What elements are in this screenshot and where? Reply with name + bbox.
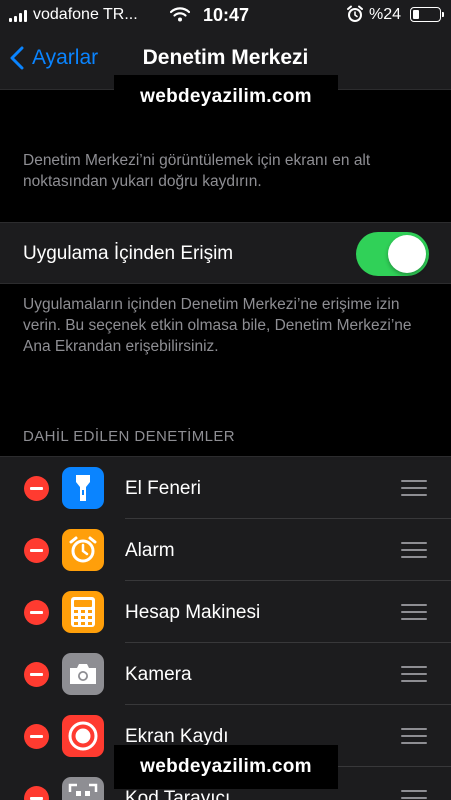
control-row-alarm: Alarm — [0, 519, 451, 581]
remove-button[interactable] — [24, 600, 49, 625]
camera-icon — [62, 653, 104, 695]
control-label: Alarm — [125, 540, 175, 561]
remove-button[interactable] — [24, 662, 49, 687]
remove-button[interactable] — [24, 538, 49, 563]
included-controls-header: DAHİL EDİLEN DENETİMLER — [23, 428, 236, 445]
remove-button[interactable] — [24, 724, 49, 749]
access-within-apps-row: Uygulama İçinden Erişim — [0, 222, 451, 284]
control-row-flashlight: El Feneri — [0, 457, 451, 519]
battery-nub — [442, 12, 444, 17]
battery-icon — [410, 7, 441, 22]
wifi-icon — [169, 7, 191, 27]
signal-icon — [9, 10, 27, 22]
status-bar: vodafone TR... 10:47 %24 — [0, 0, 451, 32]
watermark: webdeyazilim.com — [114, 75, 338, 119]
watermark: webdeyazilim.com — [114, 745, 338, 789]
swipe-instructions: Denetim Merkezi’ni görüntülemek için ekr… — [23, 152, 371, 190]
control-row-camera: Kamera — [0, 643, 451, 705]
control-label: Kod Tarayıcı — [125, 788, 231, 800]
remove-button[interactable] — [24, 786, 49, 800]
battery-level-fill — [413, 10, 419, 19]
access-description: Uygulamaların içinden Denetim Merkezi’ne… — [23, 296, 412, 355]
drag-handle-icon[interactable] — [401, 790, 427, 800]
control-row-calculator: Hesap Makinesi — [0, 581, 451, 643]
flashlight-icon — [62, 467, 104, 509]
screen-record-icon — [62, 715, 104, 757]
toggle-label: Uygulama İçinden Erişim — [23, 243, 234, 264]
control-label: Hesap Makinesi — [125, 602, 261, 623]
battery-percentage: %24 — [369, 6, 402, 23]
remove-button[interactable] — [24, 476, 49, 501]
drag-handle-icon[interactable] — [401, 604, 427, 620]
drag-handle-icon[interactable] — [401, 728, 427, 744]
drag-handle-icon[interactable] — [401, 666, 427, 682]
calculator-icon — [62, 591, 104, 633]
alarm-clock-icon — [62, 529, 104, 571]
access-within-apps-toggle[interactable] — [356, 232, 429, 276]
page-title: Denetim Merkezi — [142, 46, 309, 69]
qr-scanner-icon — [62, 777, 104, 800]
control-label: Kamera — [125, 664, 192, 685]
drag-handle-icon[interactable] — [401, 542, 427, 558]
carrier-name: vodafone TR... — [33, 6, 138, 23]
control-label: El Feneri — [125, 478, 202, 499]
toggle-knob — [388, 235, 426, 273]
drag-handle-icon[interactable] — [401, 480, 427, 496]
alarm-clock-icon — [346, 5, 364, 28]
status-time: 10:47 — [203, 5, 250, 25]
